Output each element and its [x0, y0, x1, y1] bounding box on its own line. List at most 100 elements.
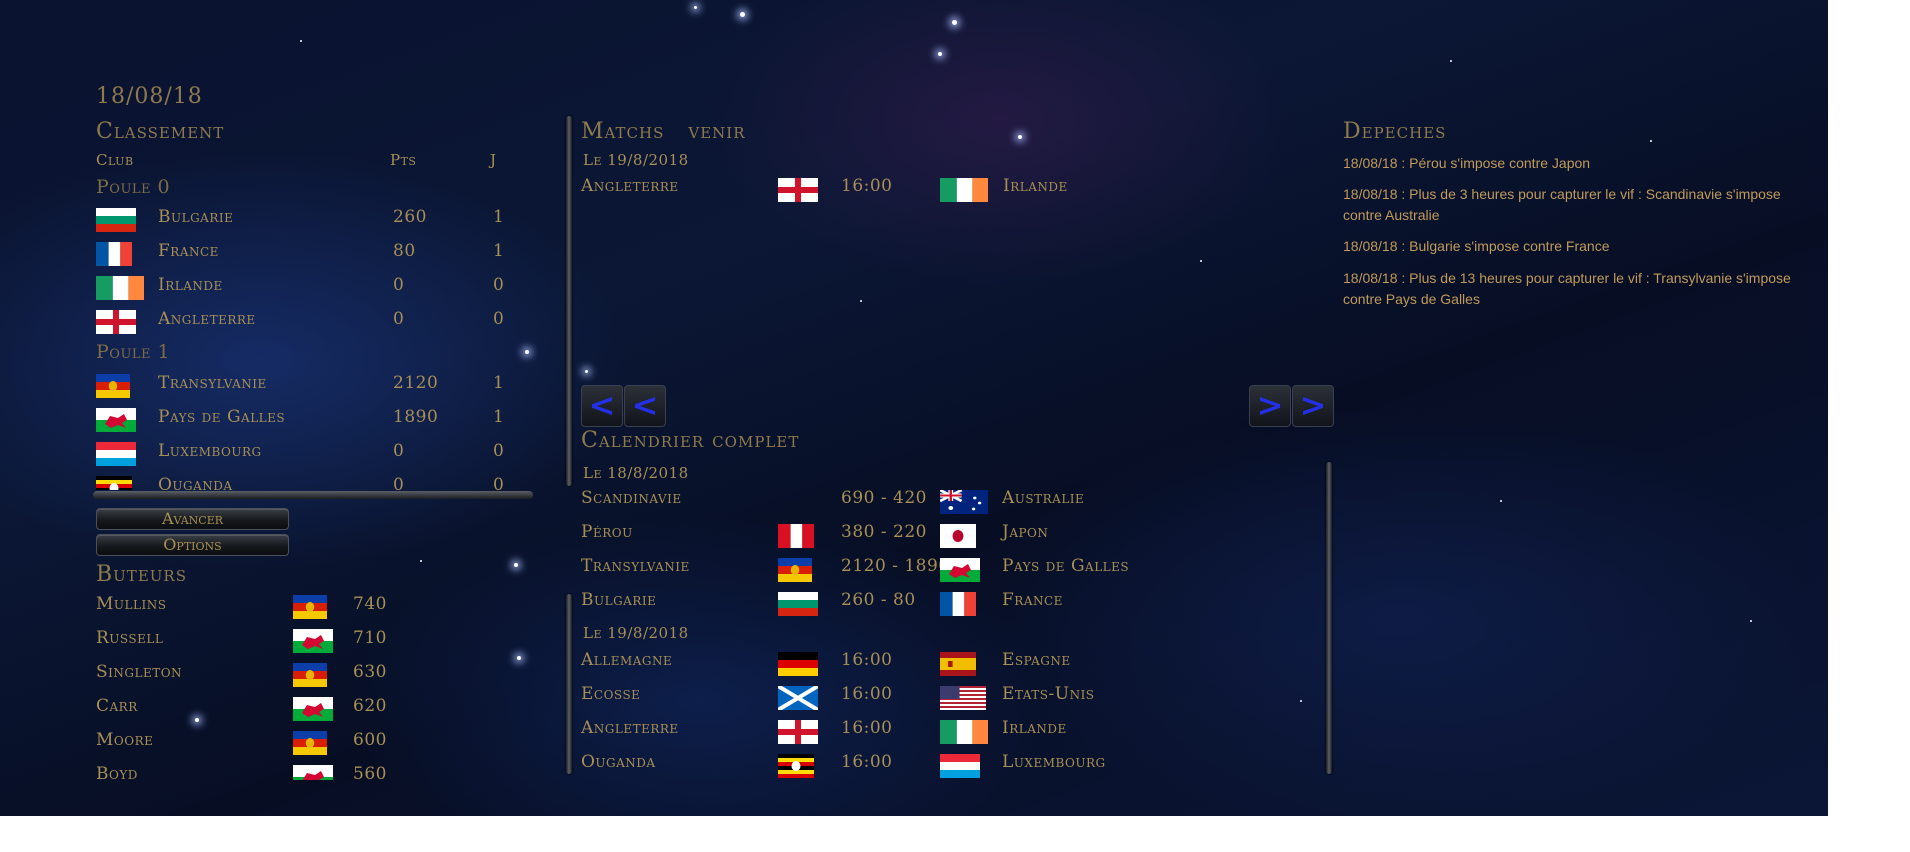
calendar-home: Scandinavie: [581, 488, 682, 508]
star: [952, 20, 957, 25]
calendar-away: Etats-Unis: [1002, 684, 1095, 704]
transylvania-flag-icon: [293, 663, 327, 687]
scorer-name: Carr: [96, 696, 138, 716]
standings-col-pts: Pts: [390, 151, 417, 169]
star: [1500, 500, 1502, 502]
wales-flag-icon: [96, 408, 136, 432]
standings-col-club: Club: [96, 151, 134, 169]
star: [517, 656, 521, 660]
standings-club: Transylvanie: [158, 373, 267, 393]
calendar-day: Le 19/8/2018: [583, 624, 689, 642]
star: [740, 12, 745, 17]
standings-club: Angleterre: [158, 309, 256, 329]
uganda-flag-icon: [96, 476, 132, 490]
australia-flag-icon: [940, 490, 988, 514]
next-button-1[interactable]: >: [1249, 385, 1291, 427]
star: [1200, 260, 1202, 262]
calendar-result: 16:00: [841, 650, 893, 670]
calendar-away: Luxembourg: [1002, 752, 1106, 772]
standings-j: 1: [493, 373, 505, 393]
calendar-home: Angleterre: [581, 718, 679, 738]
england-flag-icon: [96, 310, 136, 334]
star: [1650, 140, 1652, 142]
star: [1018, 135, 1022, 139]
standings-horizontal-scrollbar[interactable]: [93, 491, 533, 499]
star: [300, 40, 302, 42]
wales-flag-icon: [940, 558, 980, 582]
standings-pts: 0: [393, 441, 405, 461]
calendar-right-scrollbar[interactable]: [1326, 462, 1332, 774]
calendar-away: Irlande: [1002, 718, 1067, 738]
calendar-home: Ouganda: [581, 752, 656, 772]
uganda-flag-icon: [778, 754, 814, 778]
upcoming-date: Le 19/8/2018: [583, 151, 689, 169]
standings-col-j: J: [490, 151, 497, 169]
current-date: 18/08/18: [96, 84, 203, 109]
calendar-left-scrollbar[interactable]: [566, 594, 572, 774]
usa-flag-icon: [940, 686, 986, 710]
scorer-points: 740: [353, 594, 387, 614]
news-item: 18/08/18 : Plus de 13 heures pour captur…: [1343, 270, 1791, 307]
bulgaria-flag-icon: [96, 208, 136, 232]
options-button[interactable]: Options: [96, 534, 289, 556]
calendar-home: Allemagne: [581, 650, 673, 670]
bulgaria-flag-icon: [778, 592, 818, 616]
prev-button-2[interactable]: <: [624, 385, 666, 427]
calendar-result: 16:00: [841, 752, 893, 772]
news-item: 18/08/18 : Pérou s'impose contre Japon: [1343, 155, 1591, 171]
standings-j: 0: [493, 475, 505, 490]
wales-flag-icon: [293, 765, 333, 780]
transylvania-flag-icon: [778, 558, 812, 582]
prev-button-1[interactable]: <: [581, 385, 623, 427]
standings-club: Ouganda: [158, 475, 233, 490]
calendar-title: Calendrier complet: [581, 428, 800, 453]
england-flag-icon: [778, 720, 818, 744]
star: [1750, 620, 1752, 622]
upcoming-time: 16:00: [841, 176, 893, 196]
upcoming-home: Angleterre: [581, 176, 679, 196]
calendar-result: 2120 - 1890: [841, 556, 950, 576]
scorer-name: Mullins: [96, 594, 167, 614]
calendar-away: Pays de Galles: [1002, 556, 1130, 576]
england-flag-icon: [778, 178, 818, 202]
scorer-points: 710: [353, 628, 387, 648]
standings-vertical-scrollbar[interactable]: [566, 116, 572, 486]
star: [585, 370, 588, 373]
star: [694, 6, 697, 9]
star: [514, 563, 518, 567]
calendar-result: 16:00: [841, 684, 893, 704]
news-item: 18/08/18 : Bulgarie s'impose contre Fran…: [1343, 238, 1610, 254]
advance-button[interactable]: Avancer: [96, 508, 289, 530]
transylvania-flag-icon: [293, 731, 327, 755]
france-flag-icon: [940, 592, 976, 616]
next-button-2[interactable]: >: [1292, 385, 1334, 427]
upcoming-title: Matchs venir: [581, 119, 746, 144]
calendar-away: Japon: [1002, 522, 1049, 542]
peru-flag-icon: [778, 524, 814, 548]
luxembourg-flag-icon: [940, 754, 980, 778]
wales-flag-icon: [293, 629, 333, 653]
star: [860, 300, 862, 302]
calendar-away: Australie: [1002, 488, 1085, 508]
star: [1450, 60, 1452, 62]
news-item: 18/08/18 : Plus de 3 heures pour capture…: [1343, 186, 1781, 223]
standings-pts: 2120: [393, 373, 439, 393]
scorer-name: Moore: [96, 730, 154, 750]
scorer-name: Singleton: [96, 662, 183, 682]
japan-flag-icon: [940, 524, 976, 548]
calendar-result: 16:00: [841, 718, 893, 738]
germany-flag-icon: [778, 652, 818, 676]
group-name: Poule 0: [96, 176, 171, 198]
scorers-list: Mullins 740 Russell 710 Singleton 630 Ca…: [90, 592, 410, 780]
calendar-away: France: [1002, 590, 1063, 610]
standings-pts: 260: [393, 207, 427, 227]
spain-flag-icon: [940, 652, 976, 676]
calendar-result: 690 - 420: [841, 488, 927, 508]
calendar-home: Transylvanie: [581, 556, 690, 576]
luxembourg-flag-icon: [96, 442, 136, 466]
standings-pts: 80: [393, 241, 416, 261]
calendar-home: Bulgarie: [581, 590, 657, 610]
calendar-day: Le 18/8/2018: [583, 464, 689, 482]
standings-pts: 0: [393, 309, 405, 329]
star: [420, 560, 422, 562]
